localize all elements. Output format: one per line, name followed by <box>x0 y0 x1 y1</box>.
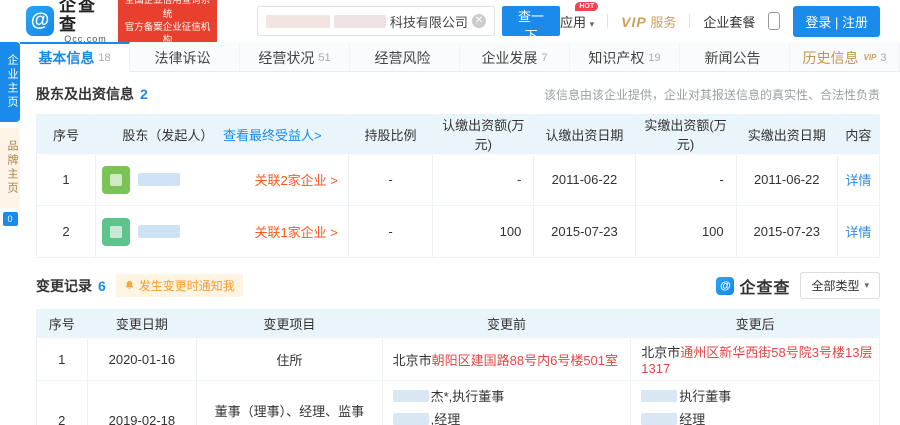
login-register-button[interactable]: 登录 | 注册 <box>793 5 880 37</box>
view-beneficiary-link[interactable]: 查看最终受益人> <box>223 128 322 143</box>
qcc-watermark: @ 企查查 <box>716 274 790 298</box>
qcc-logo[interactable]: @ 企查查 Qcc.com <box>26 0 112 45</box>
brand-home-count-badge: 0 <box>2 212 18 226</box>
left-sidebar: 企业主页 品牌主页 0 <box>0 42 20 425</box>
detail-link[interactable]: 详情 <box>845 173 871 188</box>
col-no: 序号 <box>36 114 96 154</box>
col-holder: 股东（发起人） 查看最终受益人> <box>95 114 349 154</box>
search-value-suffix: 科技有限公司 <box>389 14 468 30</box>
chevron-down-icon: ▾ <box>864 280 869 290</box>
shareholders-title: 股东及出资信息 <box>36 86 134 102</box>
bell-icon <box>125 280 133 290</box>
shareholder-row: 2 关联1家企业 > - 100 2015-07-23 100 2015-07-… <box>36 205 881 258</box>
changes-title: 变更记录 <box>36 277 92 294</box>
related-companies-link[interactable]: 关联1家企业 > <box>254 222 341 241</box>
redacted-name <box>392 413 429 425</box>
col-subscribed-date: 认缴出资日期 <box>533 114 636 154</box>
redacted-search-text <box>265 14 330 28</box>
clear-search-icon[interactable]: ✕ <box>471 14 486 28</box>
hot-badge: HOT <box>575 1 599 11</box>
nav-vip-service[interactable]: VIP 服务 <box>621 12 676 31</box>
table-header-row: 序号 股东（发起人） 查看最终受益人> 持股比例 认缴出资额(万元) 认缴出资日… <box>36 114 881 154</box>
col-after: 变更后 <box>630 309 880 338</box>
search-button[interactable]: 查一下 <box>501 6 560 43</box>
col-change-date: 变更日期 <box>86 309 198 338</box>
shareholders-table: 序号 股东（发起人） 查看最终受益人> 持股比例 认缴出资额(万元) 认缴出资日… <box>36 114 881 258</box>
notify-on-change-button[interactable]: 发生变更时通知我 <box>115 274 243 297</box>
tab-operating-risk[interactable]: 经营风险 <box>350 42 460 72</box>
shareholder-row: 1 关联2家企业 > - - 2011-06-22 - 2011-06-22 详… <box>36 153 881 206</box>
col-no: 序号 <box>36 309 88 338</box>
search-input[interactable]: 科技有限公司 ✕ <box>256 6 495 36</box>
tab-operating-status[interactable]: 经营状况 51 <box>240 42 350 72</box>
top-header: @ 企查查 Qcc.com 全国企业信用查询系统 官方备案企业征信机构 科技有限… <box>0 0 900 50</box>
tab-news-announcements[interactable]: 新闻公告 <box>680 42 790 72</box>
qcc-logo-icon: @ <box>26 6 54 36</box>
redacted-name <box>641 390 678 402</box>
qcc-logo-icon: @ <box>716 276 735 295</box>
shareholder-avatar <box>102 165 130 194</box>
divider <box>607 14 609 28</box>
col-change-item: 变更项目 <box>196 309 383 338</box>
sidebar-item-company-home[interactable]: 企业主页 <box>0 42 20 122</box>
shareholder-avatar <box>102 217 130 246</box>
related-companies-link[interactable]: 关联2家企业 > <box>254 170 341 189</box>
tab-company-development[interactable]: 企业发展 7 <box>460 42 570 72</box>
shareholders-section: 股东及出资信息 2 该信息由该企业提供，企业对其报送信息的真实性、合法性负责 序… <box>20 84 900 258</box>
change-before-value: 杰*,执行董事 ,经理 ,监事【退出】 <box>381 379 632 425</box>
nav-enterprise-package[interactable]: 企业套餐 <box>703 12 755 31</box>
shareholders-count: 2 <box>140 86 148 102</box>
col-subscribed-amount: 认缴出资额(万元) <box>432 114 535 154</box>
vip-tag: VIP <box>863 53 877 62</box>
chevron-down-icon: ▾ <box>589 18 595 29</box>
tab-basic-info[interactable]: 基本信息 18 <box>20 42 130 72</box>
change-record-row: 2 2019-02-18 董事（理事）、经理、监事 带有*标记的为法定代表人 杰… <box>36 379 880 425</box>
header-nav: 应用 ▾ HOT VIP 服务 企业套餐 登录 | 注册 <box>560 1 880 37</box>
col-paid-date: 实缴出资日期 <box>735 114 838 154</box>
col-paid-amount: 实缴出资额(万元) <box>634 114 737 154</box>
redacted-name <box>392 390 429 402</box>
changes-count: 6 <box>98 277 106 294</box>
table-header-row: 序号 变更日期 变更项目 变更前 变更后 <box>36 309 880 338</box>
col-before: 变更前 <box>381 309 632 338</box>
nav-apps[interactable]: 应用 ▾ HOT <box>560 1 599 31</box>
change-item-cell: 董事（理事）、经理、监事 带有*标记的为法定代表人 <box>196 379 383 425</box>
disclaimer-text: 该信息由该企业提供，企业对其报送信息的真实性、合法性负责 <box>543 87 880 102</box>
section-tabs: 基本信息18 法律诉讼 经营状况51 经营风险 企业发展7 知识产权19 <box>20 42 900 72</box>
change-before-value: 北京市朝阳区建国路88号内6号楼501室 <box>381 337 632 381</box>
tab-intellectual-property[interactable]: 知识产权 19 <box>570 42 680 72</box>
detail-link[interactable]: 详情 <box>845 225 871 240</box>
redacted-search-text <box>333 14 386 28</box>
change-after-value: 北京市通州区新华西街58号院3号楼13层1317 <box>630 337 880 381</box>
change-records-table: 序号 变更日期 变更项目 变更前 变更后 1 2020-01-16 住所 北京市… <box>36 309 880 425</box>
change-type-filter-dropdown[interactable]: 全部类型 ▾ <box>800 272 880 299</box>
redacted-shareholder-name <box>138 225 180 238</box>
tab-history-info[interactable]: 历史信息 VIP 3 <box>790 42 900 72</box>
change-record-row: 1 2020-01-16 住所 北京市朝阳区建国路88号内6号楼501室 北京市… <box>36 337 880 381</box>
qcc-company-page: @ 企查查 Qcc.com 全国企业信用查询系统 官方备案企业征信机构 科技有限… <box>0 0 900 425</box>
col-detail: 内容 <box>836 114 881 154</box>
sidebar-item-brand-home[interactable]: 品牌主页 <box>0 128 20 208</box>
change-records-section: 变更记录 6 发生变更时通知我 @ 企查查 全部类型 ▾ 序号 变更日期 变更项… <box>20 272 900 425</box>
col-ratio: 持股比例 <box>347 114 434 154</box>
brand-name: 企查查 <box>58 0 97 35</box>
divider <box>689 14 691 28</box>
tab-legal-litigation[interactable]: 法律诉讼 <box>130 42 240 72</box>
redacted-name <box>641 413 678 425</box>
redacted-shareholder-name <box>138 173 180 186</box>
change-after-value: 执行董事 经理 事【新增】 <box>630 379 880 425</box>
mobile-phone-icon[interactable] <box>768 12 781 30</box>
